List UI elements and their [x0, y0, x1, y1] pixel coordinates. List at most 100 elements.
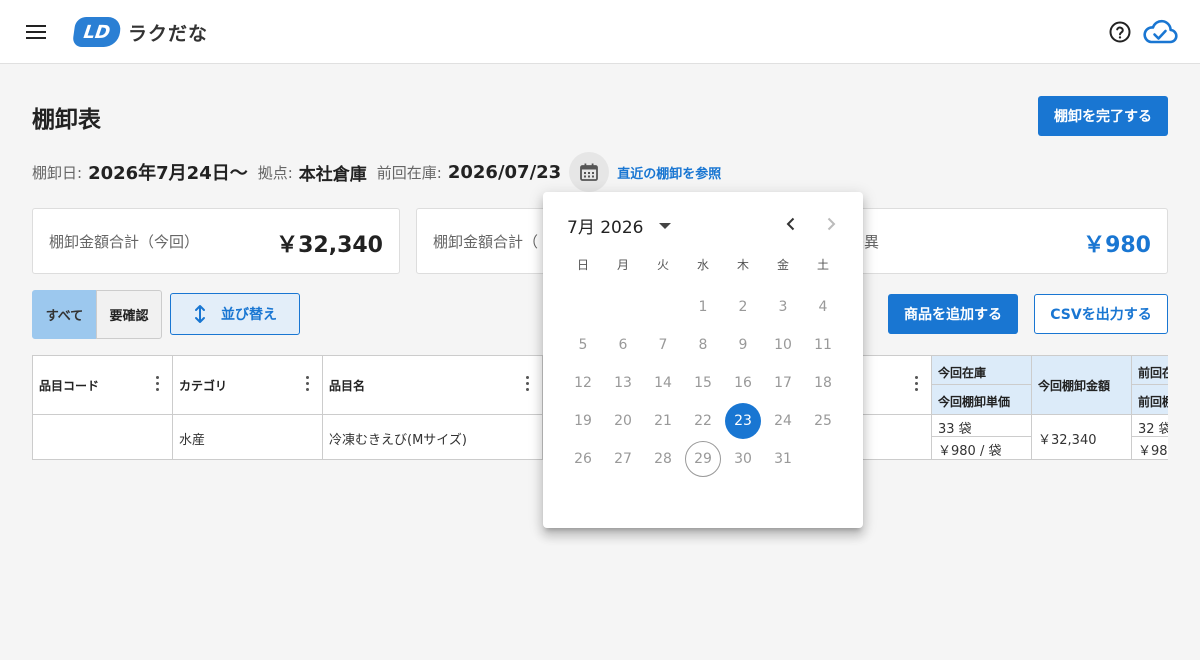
- column-menu-icon[interactable]: [526, 376, 530, 392]
- column-header-code[interactable]: 品目コード: [33, 356, 173, 415]
- month-year-label: 7月 2026: [567, 218, 644, 238]
- calendar-day[interactable]: 29: [685, 441, 721, 477]
- site-value: 本社倉庫: [298, 164, 367, 185]
- unit-price-now-value: ￥980 / 袋: [938, 444, 1002, 459]
- cell-code[interactable]: [33, 415, 173, 460]
- calendar-day[interactable]: 15: [685, 365, 721, 401]
- calendar-day[interactable]: 22: [685, 403, 721, 439]
- card-label: 棚卸金額合計（: [433, 233, 539, 251]
- column-header-category[interactable]: カテゴリ: [173, 356, 323, 415]
- column-header-label: 今回棚卸単価: [938, 395, 1011, 409]
- weekday-label: 日: [576, 258, 589, 272]
- column-header-label: 品目名: [329, 379, 366, 393]
- calendar-day[interactable]: 7: [645, 327, 681, 363]
- card-value: ￥980: [1083, 233, 1151, 258]
- column-header-stock-now[interactable]: 今回在庫 今回棚卸単価: [932, 356, 1032, 415]
- calendar-day[interactable]: 16: [725, 365, 761, 401]
- calendar-day[interactable]: 4: [805, 289, 841, 325]
- help-icon[interactable]: [1108, 20, 1132, 44]
- calendar-day[interactable]: 9: [725, 327, 761, 363]
- weekday-label: 金: [776, 258, 789, 272]
- calendar-day[interactable]: 28: [645, 441, 681, 477]
- chevron-right-icon: [827, 217, 836, 231]
- date-picker: 7月 2026 日月火水木金土 1 2 3 4 5 6 7 8 9 10 11 12 13 14 15 16 17…: [543, 192, 863, 528]
- weekday-label: 火: [656, 258, 669, 272]
- calendar-button[interactable]: [569, 152, 610, 192]
- app-logo[interactable]: LD ラクだな: [71, 16, 209, 48]
- add-product-button[interactable]: 商品を追加する: [888, 294, 1018, 334]
- calendar-day[interactable]: 10: [765, 327, 801, 363]
- calendar-day[interactable]: 30: [725, 441, 761, 477]
- calendar-day[interactable]: 1: [685, 289, 721, 325]
- cell-name[interactable]: 冷凍むきえび(Mサイズ): [323, 415, 543, 460]
- logo-mark: LD: [71, 17, 123, 47]
- calendar-day[interactable]: 18: [805, 365, 841, 401]
- column-header-name[interactable]: 品目名: [323, 356, 543, 415]
- calendar-day[interactable]: 26: [565, 441, 601, 477]
- cell-stock-prev[interactable]: 32 袋 ￥980 / 袋: [1132, 415, 1168, 460]
- column-header-stock-prev[interactable]: 前回在庫 前回棚卸単価: [1132, 356, 1168, 415]
- calendar-day[interactable]: 19: [565, 403, 601, 439]
- weekday-label: 土: [816, 258, 829, 272]
- calendar-day-selected[interactable]: 23: [725, 403, 761, 439]
- stock-prev-value: 32 袋: [1138, 422, 1168, 437]
- weekday-label: 水: [696, 258, 709, 272]
- calendar-day[interactable]: 31: [765, 441, 801, 477]
- column-menu-icon[interactable]: [156, 376, 160, 392]
- column-header-label: 今回棚卸金額: [1038, 379, 1111, 393]
- cell-stock-now[interactable]: 33 袋 ￥980 / 袋: [932, 415, 1032, 460]
- column-menu-icon[interactable]: [306, 376, 310, 392]
- next-month-button[interactable]: [815, 208, 847, 240]
- calendar-day[interactable]: 25: [805, 403, 841, 439]
- cell-amount-now[interactable]: ￥32,340: [1032, 415, 1132, 460]
- site-label: 拠点:: [257, 163, 293, 182]
- calendar-day[interactable]: 2: [725, 289, 761, 325]
- prev-stock-label: 前回在庫:: [376, 163, 442, 182]
- column-header-amount-now[interactable]: 今回棚卸金額: [1032, 356, 1132, 415]
- sort-button[interactable]: 並び替え: [170, 293, 300, 335]
- calendar-day[interactable]: 13: [605, 365, 641, 401]
- filter-needs-check-tab[interactable]: 要確認: [96, 290, 162, 339]
- column-header-label: 前回在庫: [1132, 356, 1168, 385]
- app-name: ラクだな: [128, 22, 209, 45]
- column-header-label: 今回在庫: [932, 356, 1031, 385]
- calendar-icon: [580, 163, 599, 181]
- page-title: 棚卸表: [32, 107, 101, 133]
- weekday-label: 月: [616, 258, 629, 272]
- reference-recent-inventory-link[interactable]: 直近の棚卸を参照: [617, 163, 721, 182]
- calendar-day[interactable]: 24: [765, 403, 801, 439]
- column-menu-icon[interactable]: [915, 376, 919, 392]
- calendar-day[interactable]: 5: [565, 327, 601, 363]
- stock-now-value: 33 袋: [938, 422, 972, 437]
- calendar-day[interactable]: 14: [645, 365, 681, 401]
- calendar-day[interactable]: 12: [565, 365, 601, 401]
- calendar-day[interactable]: 6: [605, 327, 641, 363]
- card-label: 棚卸金額合計（今回）: [49, 233, 200, 251]
- menu-icon[interactable]: [20, 16, 52, 48]
- calendar-day[interactable]: 21: [645, 403, 681, 439]
- calendar-day[interactable]: 3: [765, 289, 801, 325]
- calendar-day[interactable]: 11: [805, 327, 841, 363]
- month-year-selector[interactable]: 7月 2026: [567, 213, 672, 238]
- previous-month-button[interactable]: [775, 208, 807, 240]
- column-header-label: カテゴリ: [179, 379, 228, 393]
- app-bar: LD ラクだな: [0, 0, 1200, 64]
- complete-inventory-button[interactable]: 棚卸を完了する: [1038, 96, 1168, 136]
- export-csv-button[interactable]: CSVを出力する: [1034, 294, 1168, 334]
- sort-arrows-icon: [195, 305, 205, 323]
- cell-category[interactable]: 水産: [173, 415, 323, 460]
- column-header-label: 前回棚卸単価: [1138, 395, 1168, 409]
- weekday-label: 木: [736, 258, 749, 272]
- dropdown-caret-icon: [659, 222, 672, 229]
- calendar-day[interactable]: 20: [605, 403, 641, 439]
- date-value: 2026年7月24日〜: [88, 163, 248, 184]
- summary-card-current: 棚卸金額合計（今回） ￥32,340: [32, 208, 400, 274]
- calendar-day[interactable]: 27: [605, 441, 641, 477]
- column-header-label: 品目コード: [39, 379, 100, 393]
- filter-all-tab[interactable]: すべて: [32, 290, 97, 339]
- cloud-sync-icon[interactable]: [1142, 18, 1178, 46]
- prev-stock-date: 2026/07/23: [447, 161, 562, 183]
- calendar-day[interactable]: 8: [685, 327, 721, 363]
- date-label: 棚卸日:: [32, 163, 83, 182]
- calendar-day[interactable]: 17: [765, 365, 801, 401]
